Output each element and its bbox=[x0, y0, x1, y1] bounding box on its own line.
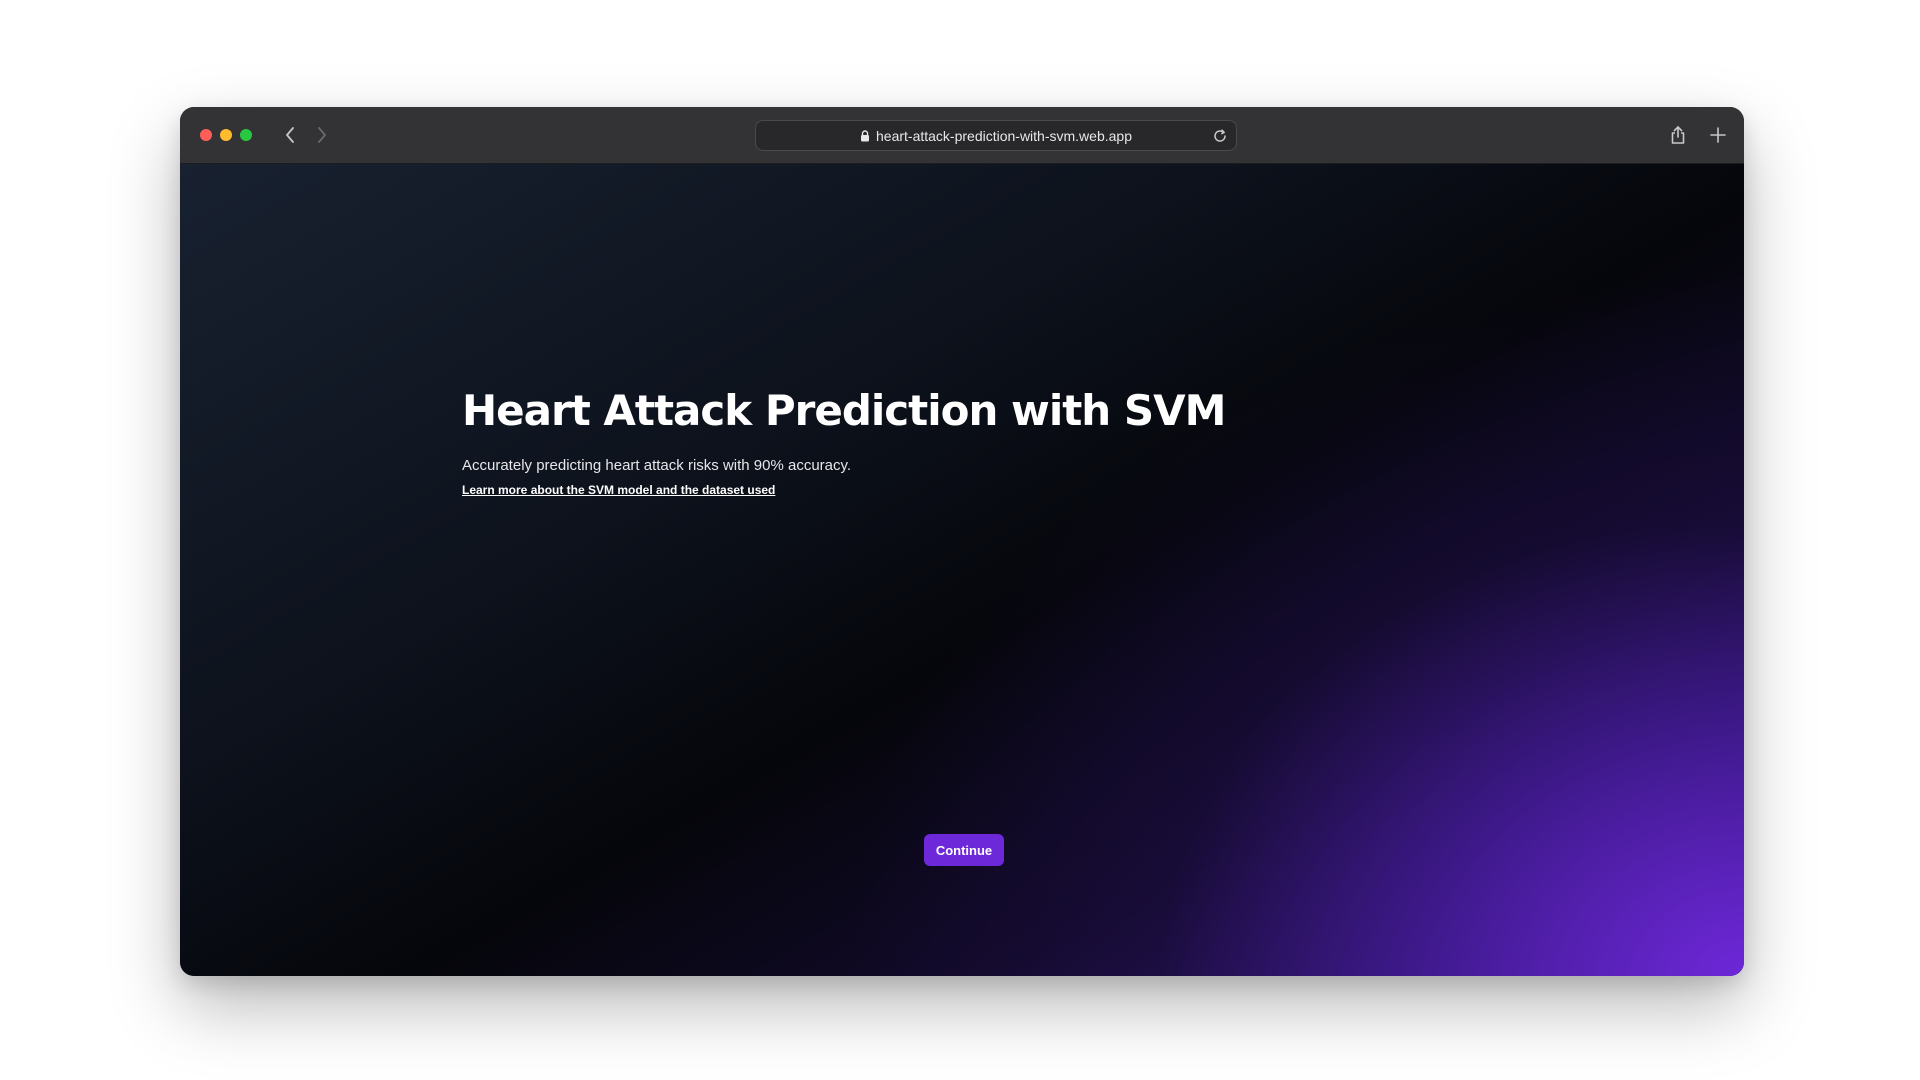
continue-button[interactable]: Continue bbox=[924, 834, 1004, 866]
minimize-window-button[interactable] bbox=[220, 129, 232, 141]
browser-toolbar: heart-attack-prediction-with-svm.web.app bbox=[180, 107, 1744, 164]
share-button[interactable] bbox=[1664, 121, 1692, 149]
browser-window: heart-attack-prediction-with-svm.web.app bbox=[180, 107, 1744, 976]
page-viewport: Heart Attack Prediction with SVM Accurat… bbox=[180, 164, 1744, 976]
screen: heart-attack-prediction-with-svm.web.app bbox=[0, 0, 1920, 1080]
page-subtitle: Accurately predicting heart attack risks… bbox=[462, 457, 852, 474]
forward-button[interactable] bbox=[308, 121, 336, 149]
lock-icon bbox=[861, 129, 869, 141]
chevron-left-icon bbox=[286, 127, 294, 143]
page-title: Heart Attack Prediction with SVM bbox=[462, 386, 1226, 435]
share-icon bbox=[1671, 126, 1685, 144]
back-button[interactable] bbox=[276, 121, 304, 149]
learn-more-link[interactable]: Learn more about the SVM model and the d… bbox=[462, 483, 775, 497]
chevron-right-icon bbox=[318, 127, 326, 143]
hero-section: Heart Attack Prediction with SVM Accurat… bbox=[462, 385, 1362, 499]
new-tab-button[interactable] bbox=[1704, 121, 1732, 149]
reload-icon[interactable] bbox=[1212, 128, 1228, 144]
url-text: heart-attack-prediction-with-svm.web.app bbox=[876, 127, 1132, 144]
zoom-window-button[interactable] bbox=[240, 129, 252, 141]
close-window-button[interactable] bbox=[200, 129, 212, 141]
plus-icon bbox=[1710, 127, 1726, 143]
address-bar[interactable]: heart-attack-prediction-with-svm.web.app bbox=[755, 120, 1237, 151]
